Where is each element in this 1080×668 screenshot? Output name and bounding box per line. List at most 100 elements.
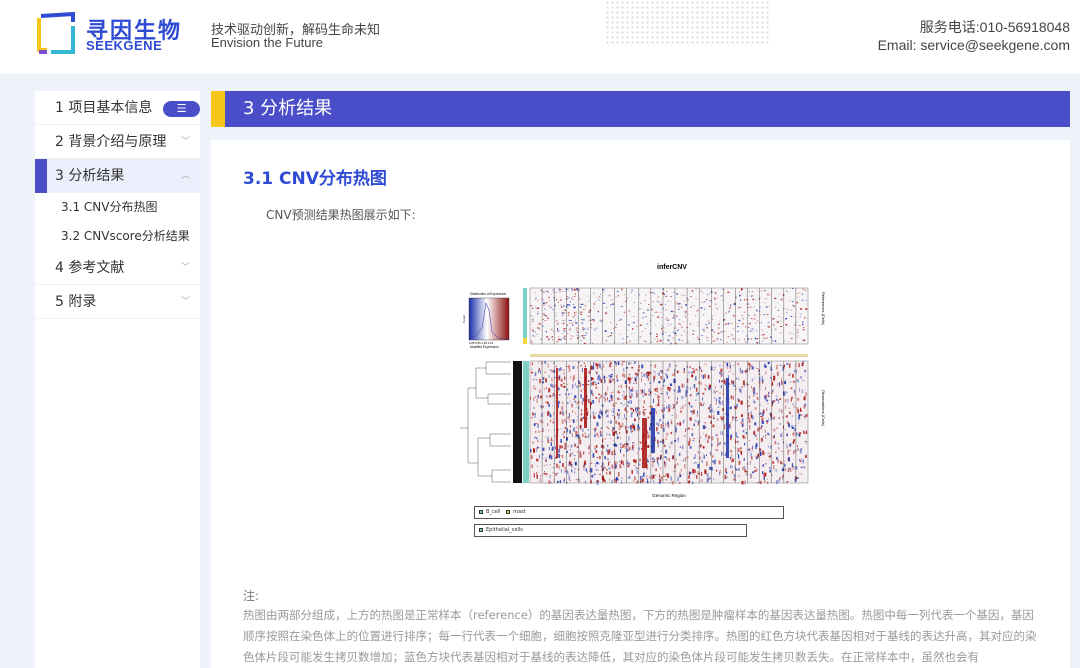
heatmap-cell bbox=[799, 458, 801, 462]
heatmap-cell bbox=[678, 481, 681, 485]
heatmap-cell bbox=[556, 329, 559, 331]
heatmap-cell bbox=[675, 365, 677, 367]
service-email[interactable]: Email: service@seekgene.com bbox=[878, 36, 1070, 54]
heatmap-cell bbox=[624, 395, 627, 400]
heatmap-cell bbox=[577, 366, 579, 369]
heatmap-cell bbox=[608, 461, 610, 466]
sidebar-item-project-info[interactable]: 1 项目基本信息 ☰ bbox=[35, 91, 200, 125]
heatmap-cell bbox=[649, 476, 651, 478]
heatmap-cell bbox=[799, 387, 800, 392]
heatmap-cell bbox=[711, 318, 713, 320]
heatmap-cell bbox=[575, 479, 578, 481]
heatmap-cell bbox=[546, 464, 548, 466]
heatmap-cell bbox=[606, 361, 607, 364]
heatmap-cell bbox=[535, 423, 538, 425]
heatmap-cell bbox=[574, 412, 576, 414]
heatmap-cell bbox=[666, 369, 669, 371]
heatmap-cell bbox=[761, 301, 763, 303]
heatmap-cell bbox=[634, 477, 636, 480]
heatmap-cell bbox=[796, 301, 799, 304]
heatmap-cell bbox=[607, 397, 608, 401]
heatmap-cell bbox=[716, 469, 718, 472]
heatmap-cell bbox=[695, 392, 698, 397]
heatmap-cell bbox=[781, 451, 784, 452]
heatmap-cell bbox=[784, 380, 786, 385]
heatmap-cell bbox=[709, 404, 711, 408]
list-indent-icon[interactable]: ☰ bbox=[163, 101, 200, 117]
heatmap-block bbox=[556, 368, 558, 458]
heatmap-cell bbox=[721, 431, 723, 436]
sidebar-item-background[interactable]: 2 背景介绍与原理 ﹀ bbox=[35, 125, 200, 159]
heatmap-cell bbox=[598, 375, 600, 377]
heatmap-cell bbox=[687, 338, 688, 340]
heatmap-cell bbox=[546, 336, 549, 338]
heatmap-cell bbox=[633, 321, 635, 324]
heatmap-cell bbox=[626, 297, 628, 299]
reference-heatmap bbox=[529, 287, 809, 345]
heatmap-cell bbox=[595, 383, 597, 386]
heatmap-cell bbox=[737, 398, 739, 401]
heatmap-cell bbox=[564, 335, 567, 337]
heatmap-cell bbox=[691, 290, 694, 292]
heatmap-cell bbox=[556, 463, 559, 468]
heatmap-cell bbox=[781, 439, 783, 440]
sidebar-item-appendix[interactable]: 5 附录 ﹀ bbox=[35, 285, 200, 319]
heatmap-cell bbox=[582, 336, 584, 338]
heatmap-cell bbox=[793, 431, 795, 436]
heatmap-cell bbox=[638, 441, 640, 443]
heatmap-cell bbox=[610, 304, 612, 306]
heatmap-cell bbox=[623, 464, 625, 467]
heatmap-cell bbox=[556, 323, 559, 325]
heatmap-cell bbox=[766, 337, 768, 339]
heatmap-cell bbox=[536, 474, 538, 479]
heatmap-cell bbox=[566, 304, 569, 306]
heatmap-cell bbox=[573, 321, 575, 323]
heatmap-cell bbox=[605, 391, 607, 395]
heatmap-cell bbox=[782, 476, 783, 480]
heatmap-cell bbox=[573, 455, 576, 457]
heatmap-cell bbox=[701, 302, 704, 303]
heatmap-cell bbox=[637, 320, 639, 322]
heatmap-cell bbox=[757, 429, 760, 432]
sidebar-subitem-cnv-heatmap[interactable]: 3.1 CNV分布热图 bbox=[35, 193, 200, 222]
heatmap-cell bbox=[720, 385, 722, 389]
heatmap-cell bbox=[676, 302, 678, 304]
heatmap-cell bbox=[659, 339, 662, 342]
sidebar-subitem-cnvscore[interactable]: 3.2 CNVscore分析结果 bbox=[35, 222, 200, 251]
heatmap-cell bbox=[674, 371, 675, 376]
heatmap-cell bbox=[571, 393, 572, 394]
chevron-down-icon: ﹀ bbox=[180, 137, 190, 147]
heatmap-cell bbox=[561, 306, 562, 307]
heatmap-cell bbox=[798, 421, 800, 422]
heatmap-cell bbox=[530, 448, 532, 453]
reference-annotation-bar-mast bbox=[523, 338, 527, 344]
heatmap-cell bbox=[555, 312, 557, 314]
heatmap-cell bbox=[780, 432, 783, 434]
heatmap-cell bbox=[670, 296, 672, 297]
sidebar-item-references[interactable]: 4 参考文献 ﹀ bbox=[35, 251, 200, 285]
heatmap-cell bbox=[693, 462, 695, 464]
heatmap-cell bbox=[535, 306, 537, 308]
heatmap-cell bbox=[750, 306, 752, 308]
heatmap-cell bbox=[631, 412, 633, 414]
heatmap-cell bbox=[680, 407, 682, 409]
heatmap-cell bbox=[647, 434, 650, 439]
heatmap-cell bbox=[571, 419, 573, 421]
heatmap-cell bbox=[755, 298, 756, 301]
heatmap-cell bbox=[610, 394, 613, 399]
heatmap-cell bbox=[582, 323, 584, 325]
heatmap-cell bbox=[596, 422, 599, 427]
heatmap-cell bbox=[634, 361, 636, 364]
heatmap-cell bbox=[736, 323, 738, 324]
heatmap-cell bbox=[603, 417, 604, 419]
heatmap-cell bbox=[567, 416, 569, 420]
heatmap-cell bbox=[764, 290, 767, 291]
sidebar-item-results[interactable]: 3 分析结果 ︿ bbox=[35, 159, 200, 193]
heatmap-cell bbox=[548, 388, 551, 393]
heatmap-cell bbox=[696, 310, 699, 312]
heatmap-cell bbox=[665, 479, 668, 481]
heatmap-cell bbox=[654, 458, 656, 463]
heatmap-cell bbox=[761, 425, 763, 428]
heatmap-cell bbox=[798, 434, 801, 437]
heatmap-cell bbox=[738, 338, 740, 341]
